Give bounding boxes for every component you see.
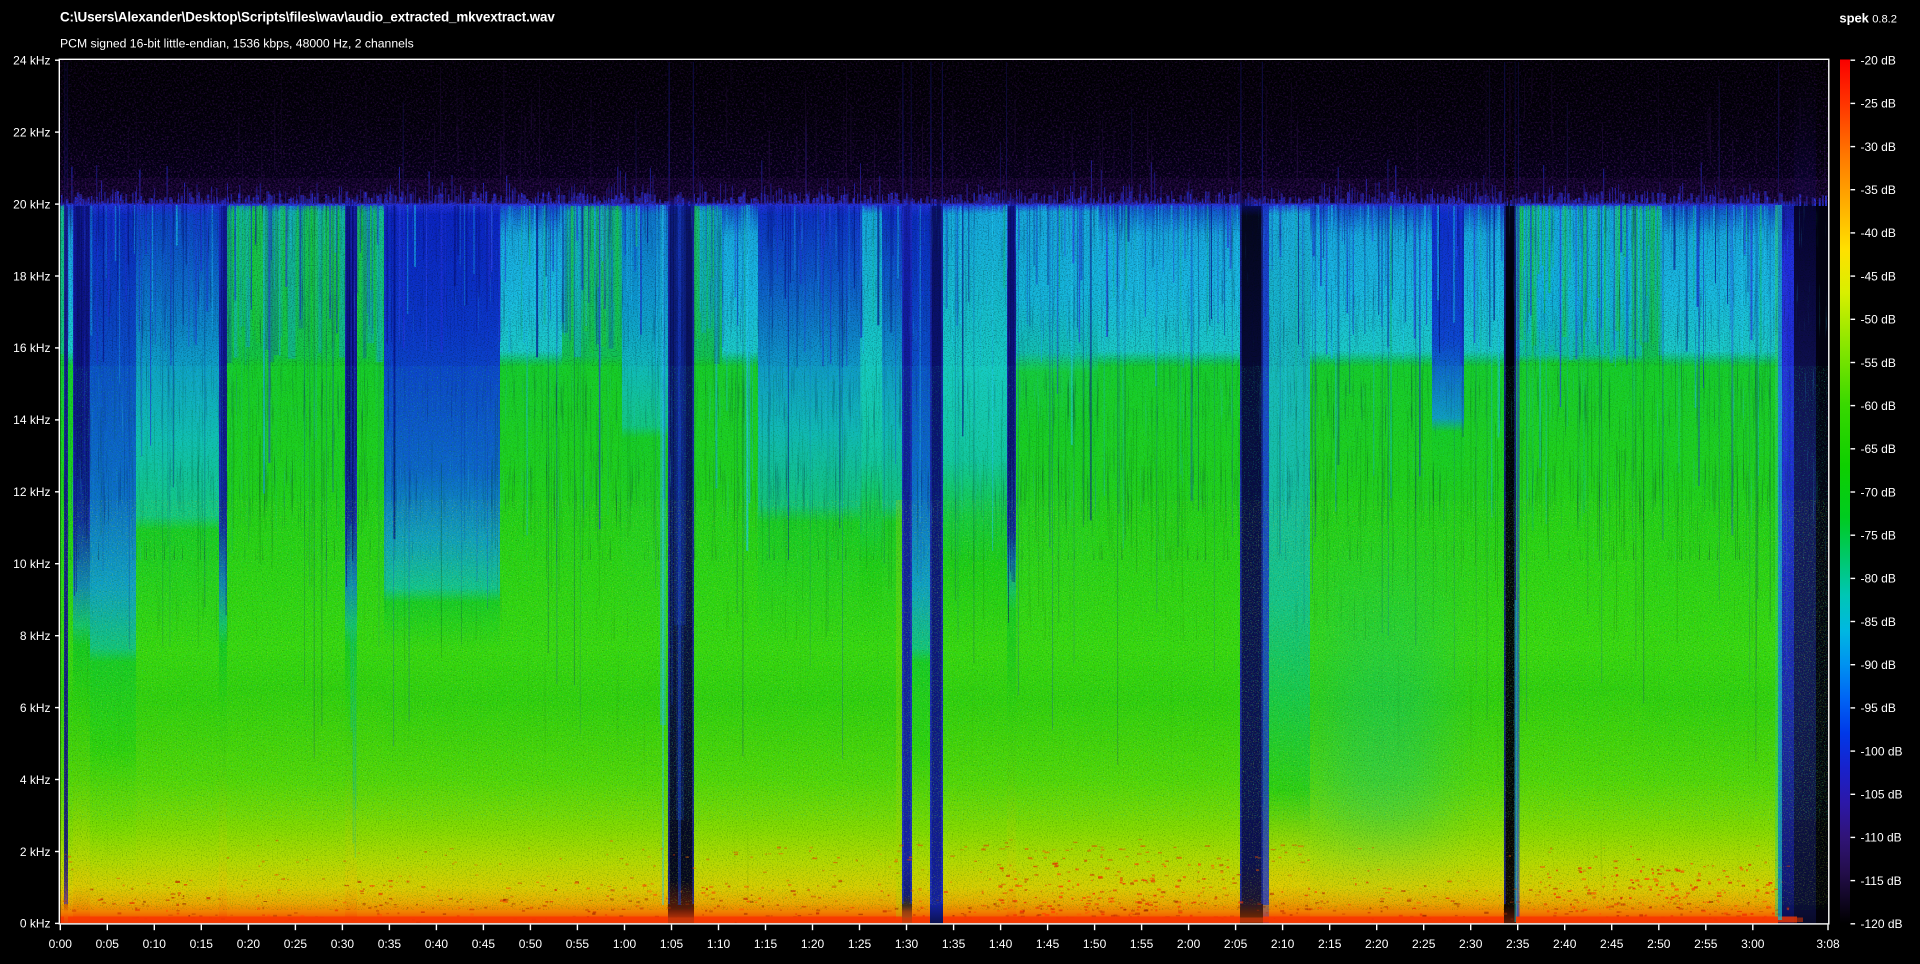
- svg-text:0 kHz: 0 kHz: [20, 917, 51, 931]
- svg-text:1:15: 1:15: [754, 937, 778, 951]
- svg-text:-55 dB: -55 dB: [1861, 356, 1896, 370]
- svg-text:1:50: 1:50: [1083, 937, 1107, 951]
- svg-text:1:35: 1:35: [942, 937, 966, 951]
- svg-text:-70 dB: -70 dB: [1861, 485, 1896, 499]
- svg-text:2:55: 2:55: [1694, 937, 1718, 951]
- svg-text:0:25: 0:25: [284, 937, 308, 951]
- svg-text:2:45: 2:45: [1600, 937, 1624, 951]
- svg-text:2 kHz: 2 kHz: [20, 845, 51, 859]
- svg-text:-115 dB: -115 dB: [1861, 874, 1902, 888]
- svg-text:2:00: 2:00: [1177, 937, 1201, 951]
- svg-text:0:15: 0:15: [190, 937, 214, 951]
- svg-text:0:45: 0:45: [472, 937, 496, 951]
- svg-text:-85 dB: -85 dB: [1861, 615, 1896, 629]
- svg-text:1:00: 1:00: [613, 937, 637, 951]
- svg-text:0:00: 0:00: [49, 937, 73, 951]
- svg-text:-75 dB: -75 dB: [1861, 529, 1896, 543]
- svg-text:-25 dB: -25 dB: [1861, 97, 1896, 111]
- svg-text:PCM signed 16-bit little-endia: PCM signed 16-bit little-endian, 1536 kb…: [60, 37, 414, 51]
- svg-text:10 kHz: 10 kHz: [13, 557, 50, 571]
- svg-text:1:30: 1:30: [895, 937, 919, 951]
- svg-text:1:55: 1:55: [1130, 937, 1154, 951]
- svg-text:0:55: 0:55: [566, 937, 590, 951]
- svg-text:0:40: 0:40: [425, 937, 449, 951]
- svg-text:0:10: 0:10: [143, 937, 167, 951]
- svg-text:2:05: 2:05: [1224, 937, 1248, 951]
- svg-text:0:30: 0:30: [331, 937, 355, 951]
- svg-text:14 kHz: 14 kHz: [13, 413, 50, 427]
- svg-text:2:35: 2:35: [1506, 937, 1530, 951]
- svg-text:1:25: 1:25: [848, 937, 872, 951]
- svg-text:spek: spek: [1839, 10, 1869, 25]
- svg-text:1:05: 1:05: [660, 937, 684, 951]
- svg-text:-45 dB: -45 dB: [1861, 269, 1896, 283]
- svg-text:-110 dB: -110 dB: [1861, 831, 1902, 845]
- svg-text:2:40: 2:40: [1553, 937, 1577, 951]
- svg-text:3:08: 3:08: [1816, 937, 1840, 951]
- svg-text:3:00: 3:00: [1741, 937, 1765, 951]
- svg-text:20 kHz: 20 kHz: [13, 197, 50, 211]
- svg-text:-95 dB: -95 dB: [1861, 701, 1896, 715]
- svg-text:8 kHz: 8 kHz: [20, 629, 51, 643]
- svg-text:-90 dB: -90 dB: [1861, 658, 1896, 672]
- svg-text:-100 dB: -100 dB: [1861, 744, 1903, 758]
- svg-text:-60 dB: -60 dB: [1861, 399, 1896, 413]
- svg-text:22 kHz: 22 kHz: [13, 125, 50, 139]
- svg-text:C:\Users\Alexander\Desktop\Scr: C:\Users\Alexander\Desktop\Scripts\files…: [60, 10, 555, 25]
- svg-text:-30 dB: -30 dB: [1861, 140, 1896, 154]
- svg-text:16 kHz: 16 kHz: [13, 341, 50, 355]
- svg-text:1:40: 1:40: [989, 937, 1013, 951]
- svg-text:24 kHz: 24 kHz: [13, 54, 50, 68]
- svg-text:4 kHz: 4 kHz: [20, 773, 51, 787]
- svg-text:6 kHz: 6 kHz: [20, 701, 51, 715]
- svg-text:2:25: 2:25: [1412, 937, 1436, 951]
- svg-text:2:15: 2:15: [1318, 937, 1342, 951]
- svg-text:1:20: 1:20: [801, 937, 825, 951]
- svg-text:0.8.2: 0.8.2: [1872, 13, 1897, 25]
- svg-text:-105 dB: -105 dB: [1861, 788, 1903, 802]
- svg-text:-80 dB: -80 dB: [1861, 572, 1896, 586]
- svg-text:0:35: 0:35: [378, 937, 402, 951]
- svg-text:2:30: 2:30: [1459, 937, 1483, 951]
- svg-text:0:50: 0:50: [519, 937, 543, 951]
- svg-text:-120 dB: -120 dB: [1861, 917, 1903, 931]
- svg-text:2:50: 2:50: [1647, 937, 1671, 951]
- svg-text:-20 dB: -20 dB: [1861, 54, 1896, 68]
- svg-text:-65 dB: -65 dB: [1861, 442, 1896, 456]
- svg-text:0:05: 0:05: [96, 937, 120, 951]
- svg-text:-50 dB: -50 dB: [1861, 313, 1896, 327]
- svg-text:1:45: 1:45: [1036, 937, 1060, 951]
- svg-text:1:10: 1:10: [707, 937, 731, 951]
- svg-text:2:10: 2:10: [1271, 937, 1295, 951]
- svg-text:0:20: 0:20: [237, 937, 261, 951]
- svg-text:-35 dB: -35 dB: [1861, 183, 1896, 197]
- svg-text:-40 dB: -40 dB: [1861, 226, 1896, 240]
- svg-text:2:20: 2:20: [1365, 937, 1389, 951]
- svg-text:18 kHz: 18 kHz: [13, 269, 50, 283]
- svg-text:12 kHz: 12 kHz: [13, 485, 50, 499]
